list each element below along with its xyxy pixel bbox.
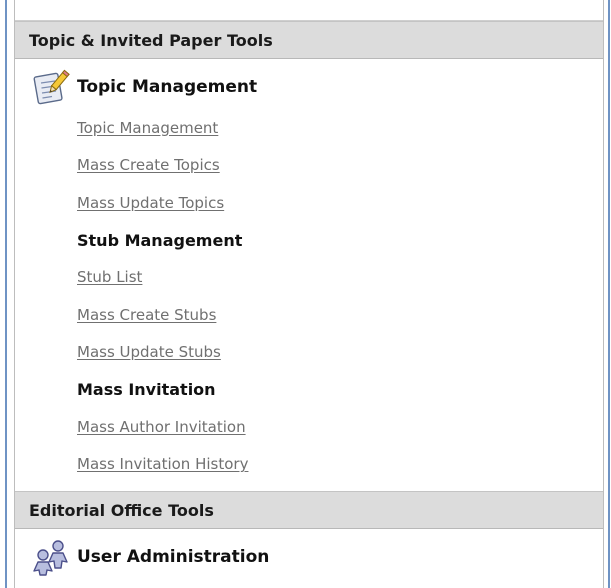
notepad-pencil-icon — [31, 67, 71, 107]
list-item: Mass Create Stubs — [15, 296, 603, 334]
subgroup-stub-management: Stub Management — [15, 222, 603, 259]
users-admin-icon — [31, 537, 71, 577]
window-border-right — [608, 0, 610, 588]
group-topic-management: Topic Management — [15, 65, 603, 109]
link-mass-author-invitation[interactable]: Mass Author Invitation — [77, 418, 246, 436]
section-header-editorial-office-tools: Editorial Office Tools — [15, 491, 603, 529]
subgroup-mass-invitation: Mass Invitation — [15, 371, 603, 408]
section-header-topic-tools: Topic & Invited Paper Tools — [15, 21, 603, 59]
group-title-label: User Administration — [77, 547, 270, 567]
window-border-left — [5, 0, 7, 588]
list-item: Mass Author Invitation — [15, 408, 603, 446]
list-item: Mass Update Stubs — [15, 334, 603, 372]
top-strip — [15, 0, 603, 21]
tools-frame: Topic & Invited Paper Tools Topic Manage… — [0, 0, 611, 588]
link-mass-update-stubs[interactable]: Mass Update Stubs — [77, 343, 221, 361]
subgroup-title-label: Stub Management — [77, 230, 243, 250]
group-user-administration: User Administration — [15, 535, 603, 579]
link-mass-update-topics[interactable]: Mass Update Topics — [77, 194, 224, 212]
list-item: Stub List — [15, 259, 603, 297]
subgroup-title-label: Mass Invitation — [77, 380, 216, 399]
group-title-label: Topic Management — [77, 77, 258, 97]
section-header-label: Editorial Office Tools — [29, 500, 214, 520]
link-mass-invitation-history[interactable]: Mass Invitation History — [77, 455, 248, 473]
list-item: Topic Management — [15, 109, 603, 147]
link-stub-list[interactable]: Stub List — [77, 268, 142, 286]
tools-panel: Topic & Invited Paper Tools Topic Manage… — [14, 0, 604, 588]
list-item: Mass Invitation History — [15, 446, 603, 484]
link-topic-management[interactable]: Topic Management — [77, 119, 218, 137]
list-item: Mass Update Topics — [15, 184, 603, 222]
list-item: Mass Create Topics — [15, 147, 603, 185]
link-mass-create-topics[interactable]: Mass Create Topics — [77, 156, 220, 174]
section-header-label: Topic & Invited Paper Tools — [29, 30, 273, 50]
link-mass-create-stubs[interactable]: Mass Create Stubs — [77, 306, 216, 324]
